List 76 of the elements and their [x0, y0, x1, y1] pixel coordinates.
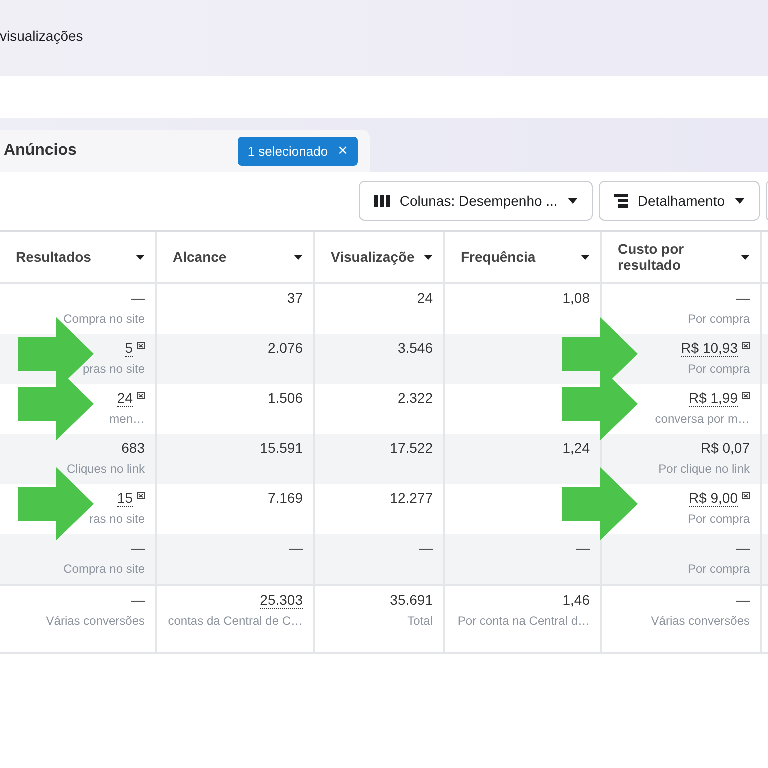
- cell-caption: Por compra: [686, 312, 750, 326]
- sort-caret-icon: [294, 254, 303, 260]
- cell-caption: Compra no site: [62, 562, 145, 576]
- cell-caption: Compra no site: [62, 312, 145, 326]
- cell-caption: Por compra: [686, 512, 750, 526]
- ads-tab[interactable]: Anúncios 1 selecionado ×: [0, 130, 370, 172]
- total-value: —: [736, 592, 750, 608]
- sort-caret-icon: [741, 254, 750, 260]
- total-caption: Várias conversões: [45, 614, 145, 628]
- compare-icon: [137, 492, 145, 500]
- column-header[interactable]: Visualizaçõe: [315, 232, 445, 282]
- cell-value: —: [131, 540, 145, 556]
- cell-value: 37: [287, 290, 303, 306]
- cell-value: —: [419, 540, 433, 556]
- cell-value: 2.076: [268, 340, 303, 356]
- tab-label: Anúncios: [4, 142, 77, 160]
- cell-value: 15.591: [260, 440, 303, 456]
- cell-caption: conversa por m…: [654, 412, 750, 426]
- total-value: 35.691: [390, 592, 433, 608]
- cell-value: —: [736, 540, 750, 556]
- cell-caption: ras no site: [88, 512, 145, 526]
- compare-icon: [742, 492, 750, 500]
- column-header[interactable]: Resultados: [0, 232, 157, 282]
- cell-value: 24: [417, 290, 433, 306]
- column-header[interactable]: Alcance: [157, 232, 315, 282]
- total-value: —: [131, 592, 145, 608]
- cell-value: 683: [122, 440, 145, 456]
- cell-value: R$ 9,00: [688, 490, 738, 507]
- compare-icon: [742, 392, 750, 400]
- cell-value: 1.506: [268, 390, 303, 406]
- cell-value: 3.546: [398, 340, 433, 356]
- cell-value: 2.322: [398, 390, 433, 406]
- cell-value: 1,08: [562, 290, 590, 306]
- breakdown-dropdown[interactable]: Detalhamento: [598, 181, 760, 221]
- cell-value: 12.277: [390, 490, 433, 506]
- sort-caret-icon: [424, 254, 433, 260]
- cell-caption: Por compra: [686, 362, 750, 376]
- cell-value: R$ 0,07: [700, 440, 750, 456]
- cell-caption: pras no site: [82, 362, 145, 376]
- total-caption: contas da Central de C…: [167, 614, 303, 628]
- breakdown-icon: [614, 194, 628, 208]
- total-caption: Várias conversões: [650, 614, 750, 628]
- cell-value: —: [736, 290, 750, 306]
- compare-icon: [137, 342, 145, 350]
- columns-icon: [374, 195, 390, 207]
- selection-chip[interactable]: 1 selecionado ×: [238, 136, 358, 166]
- column-header[interactable]: Custo por resultado: [602, 232, 762, 282]
- compare-icon: [137, 392, 145, 400]
- cell-value: R$ 10,93: [681, 340, 738, 357]
- caret-icon: [568, 198, 578, 204]
- cell-value: 5: [125, 340, 133, 357]
- total-value: 1,46: [562, 592, 590, 608]
- cell-value: 1,24: [562, 440, 590, 456]
- sort-caret-icon: [136, 254, 145, 260]
- cell-value: 7.169: [268, 490, 303, 506]
- sort-caret-icon: [581, 254, 590, 260]
- total-value: 25.303: [260, 592, 303, 609]
- total-caption: Por conta na Central d…: [456, 614, 590, 628]
- cell-value: —: [576, 540, 590, 556]
- columns-dropdown[interactable]: Colunas: Desempenho ...: [358, 181, 593, 221]
- close-icon[interactable]: ×: [338, 144, 348, 158]
- cell-value: —: [131, 290, 145, 306]
- cell-value: 24: [117, 390, 133, 407]
- cell-caption: Por clique no link: [658, 462, 750, 476]
- cell-value: 17.522: [390, 440, 433, 456]
- total-caption: Total: [406, 614, 433, 628]
- column-header[interactable]: Frequência: [445, 232, 602, 282]
- cell-value: —: [289, 540, 303, 556]
- page-title: visualizações: [0, 28, 84, 44]
- compare-icon: [742, 342, 750, 350]
- cell-value: R$ 1,99: [688, 390, 738, 407]
- cell-caption: men…: [108, 412, 145, 426]
- cell-value: 15: [117, 490, 133, 507]
- cell-caption: Por compra: [686, 562, 750, 576]
- cell-caption: Cliques no link: [66, 462, 145, 476]
- caret-icon: [735, 198, 745, 204]
